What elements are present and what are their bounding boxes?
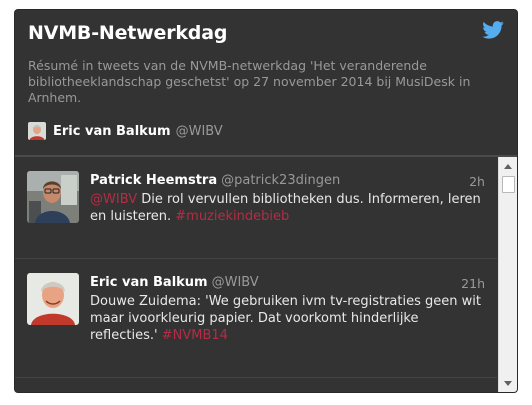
widget-description: Résumé in tweets van de NVMB-netwerkdag …	[28, 58, 471, 105]
tweet-author-handle[interactable]: @patrick23dingen	[221, 173, 340, 188]
tweet-list[interactable]: Patrick Heemstra @patrick23dingen 2h @WIB…	[15, 157, 517, 392]
tweet-text: @WIBV Die rol vervullen bibliotheken dus…	[90, 191, 490, 225]
widget-title[interactable]: NVMB-Netwerkdag	[28, 22, 227, 44]
tweet-timestamp[interactable]: 2h	[469, 174, 485, 189]
scroll-down-arrow-icon[interactable]	[499, 376, 517, 390]
tweet-text: Douwe Zuidema: 'We gebruiken ivm tv-regi…	[90, 293, 490, 344]
tweet-author-avatar[interactable]	[27, 171, 79, 223]
tweet-author-name[interactable]: Patrick Heemstra	[90, 173, 217, 188]
tweet-author[interactable]: Eric van Balkum @WIBV	[90, 275, 259, 290]
tweet-separator	[15, 377, 497, 378]
widget-header: NVMB-Netwerkdag Résumé in tweets van de …	[15, 10, 517, 156]
tweet-author[interactable]: Patrick Heemstra @patrick23dingen	[90, 173, 340, 188]
curator-name[interactable]: Eric van Balkum	[53, 124, 171, 139]
tweet-hashtag-link[interactable]: #muziekindebieb	[175, 209, 289, 224]
tweet-hashtag-link[interactable]: #NVMB14	[162, 328, 228, 343]
scrollbar-thumb[interactable]	[502, 176, 515, 193]
tweet-author-avatar[interactable]	[27, 273, 79, 325]
tweet-timestamp[interactable]: 21h	[461, 276, 485, 291]
curator[interactable]: Eric van Balkum @WIBV	[28, 121, 223, 141]
tweet-author-name[interactable]: Eric van Balkum	[90, 275, 208, 290]
twitter-bird-icon[interactable]	[482, 21, 504, 39]
curator-avatar[interactable]	[28, 122, 46, 140]
vertical-scrollbar[interactable]	[498, 157, 517, 392]
tweet-body: Douwe Zuidema: 'We gebruiken ivm tv-regi…	[90, 294, 481, 343]
scroll-up-arrow-icon[interactable]	[499, 159, 517, 173]
tweet-author-handle[interactable]: @WIBV	[212, 275, 259, 290]
curator-handle[interactable]: @WIBV	[176, 124, 223, 139]
tweet-mention-link[interactable]: @WIBV	[90, 192, 137, 207]
tweet-item[interactable]: Eric van Balkum @WIBV 21h Douwe Zuidema: …	[15, 259, 497, 377]
twitter-timeline-widget: NVMB-Netwerkdag Résumé in tweets van de …	[14, 9, 518, 393]
tweet-item[interactable]: Patrick Heemstra @patrick23dingen 2h @WIB…	[15, 157, 497, 258]
